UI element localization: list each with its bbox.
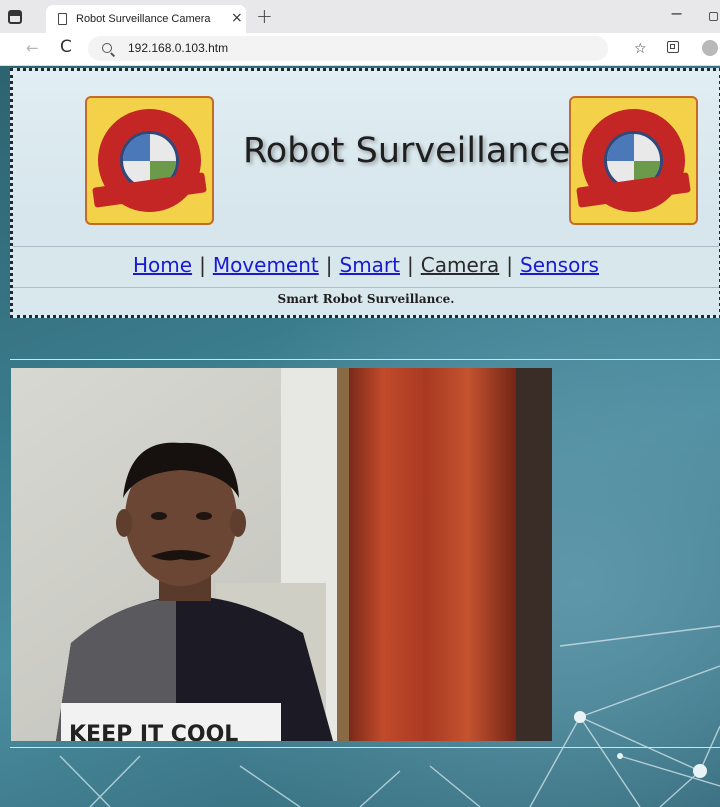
search-icon bbox=[102, 43, 112, 53]
nav-separator: | bbox=[199, 253, 206, 277]
minimize-button[interactable]: − bbox=[670, 4, 683, 23]
back-button[interactable]: ← bbox=[26, 39, 39, 57]
url-field[interactable]: 192.168.0.103.htm bbox=[88, 36, 608, 61]
nav-link-smart[interactable]: Smart bbox=[340, 253, 401, 277]
collections-icon[interactable] bbox=[667, 41, 679, 53]
nav-separator: | bbox=[325, 253, 333, 277]
camera-feed: KEEP IT COOL bbox=[11, 368, 552, 741]
browser-tab[interactable]: Robot Surveillance Camera × bbox=[46, 5, 246, 33]
nav-separator: | bbox=[407, 253, 414, 277]
page-icon bbox=[58, 13, 67, 25]
favorites-icon[interactable]: ☆ bbox=[634, 41, 647, 57]
divider bbox=[13, 246, 719, 247]
window-menu-icon[interactable] bbox=[8, 10, 22, 24]
tab-close-button[interactable]: × bbox=[231, 10, 243, 26]
url-text[interactable]: 192.168.0.103.htm bbox=[128, 41, 228, 55]
page-header: Robot Surveillance Home | Movement | Smart | C… bbox=[10, 68, 720, 318]
maximize-button[interactable] bbox=[709, 12, 718, 21]
nav-link-camera[interactable]: Camera bbox=[421, 253, 500, 277]
new-tab-button[interactable]: + bbox=[256, 6, 273, 26]
svg-text:KEEP IT COOL: KEEP IT COOL bbox=[69, 722, 238, 741]
nav-link-sensors[interactable]: Sensors bbox=[520, 253, 599, 277]
reload-button[interactable]: C bbox=[60, 37, 72, 57]
college-logo-right bbox=[569, 96, 698, 225]
main-nav: Home | Movement | Smart | Camera | Sensors bbox=[13, 253, 719, 277]
tab-title: Robot Surveillance Camera bbox=[76, 13, 211, 25]
browser-tab-bar: Robot Surveillance Camera × + − bbox=[0, 0, 720, 33]
horizontal-rule bbox=[10, 359, 720, 360]
divider bbox=[13, 287, 719, 288]
nav-link-home[interactable]: Home bbox=[133, 253, 192, 277]
address-bar: ← C 192.168.0.103.htm ☆ bbox=[0, 33, 720, 66]
profile-icon[interactable] bbox=[702, 40, 718, 56]
tagline: Smart Robot Surveillance. bbox=[277, 292, 455, 306]
horizontal-rule bbox=[10, 747, 720, 748]
camera-frame-image: KEEP IT COOL bbox=[11, 368, 552, 741]
page-title: Robot Surveillance bbox=[243, 131, 571, 171]
nav-link-movement[interactable]: Movement bbox=[213, 253, 319, 277]
nav-separator: | bbox=[506, 253, 513, 277]
page-viewport: Robot Surveillance Home | Movement | Smart | C… bbox=[0, 66, 720, 807]
college-logo-left bbox=[85, 96, 214, 225]
